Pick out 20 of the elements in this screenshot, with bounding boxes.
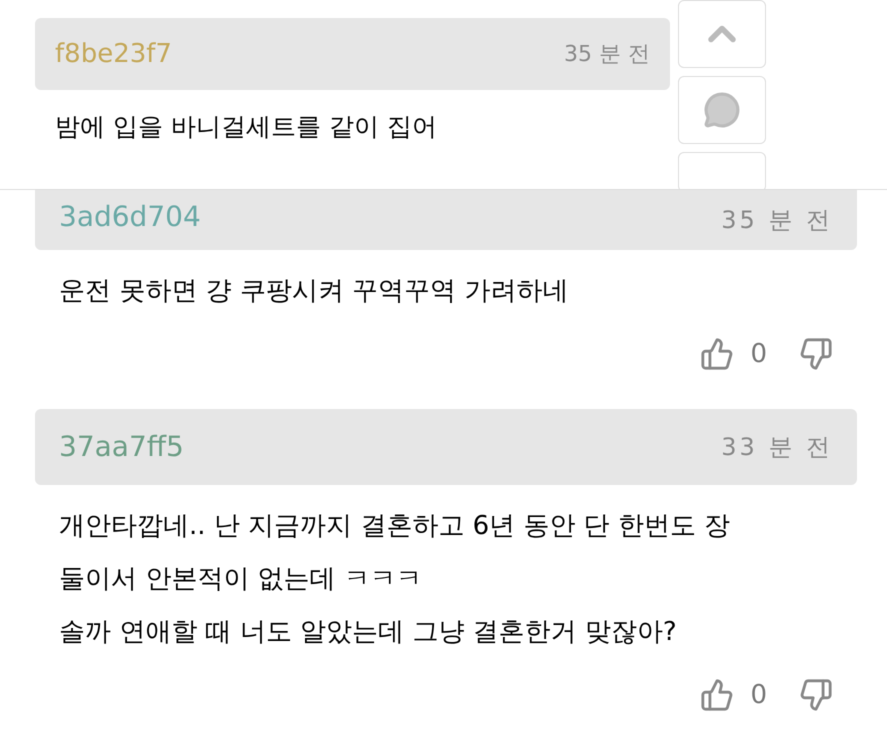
comment-text: 둘이서 안본적이 없는데 ㅋㅋㅋ	[59, 563, 423, 596]
like-count: 0	[750, 338, 767, 370]
comment-author: 37aa7ff5	[59, 429, 184, 465]
scroll-top-button[interactable]	[678, 0, 766, 68]
comment-time: 35 분 전	[564, 40, 650, 68]
comment-text: 운전 못하면 걍 쿠팡시켜 꾸역꾸역 가려하네	[59, 275, 570, 308]
comment-time: 35 분 전	[721, 205, 833, 236]
thumbs-down-icon[interactable]	[799, 337, 833, 371]
comment-text: 개안타깝네.. 난 지금까지 결혼하고 6년 동안 단 한번도 장	[59, 510, 732, 543]
thumbs-down-icon[interactable]	[799, 678, 833, 712]
comment-text: 밤에 입을 바니걸세트를 같이 집어	[55, 111, 437, 143]
comment-time: 33 분 전	[721, 432, 833, 463]
comments-button[interactable]	[678, 76, 766, 144]
thumbs-up-icon[interactable]	[700, 337, 734, 371]
comment-author: f8be23f7	[55, 38, 172, 70]
chat-bubble-icon	[703, 91, 741, 129]
comment-text: 솔까 연애할 때 너도 알았는데 그냥 결혼한거 맞잖아?	[59, 616, 678, 649]
comment-author: 3ad6d704	[59, 199, 201, 235]
like-count: 0	[750, 678, 767, 712]
thumbs-up-icon[interactable]	[700, 678, 734, 712]
